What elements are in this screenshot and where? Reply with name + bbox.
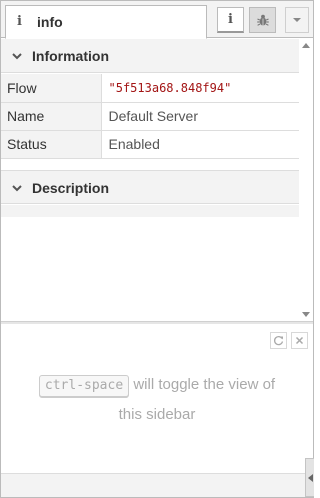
scroll-down-arrow-icon[interactable] (302, 312, 310, 317)
tab-info-label: info (37, 14, 63, 30)
table-row: Status Enabled (1, 130, 299, 159)
sidebar-panel: i info i Information Flow "5f513a68.848f… (0, 0, 314, 498)
property-value: "5f513a68.848f94" (101, 74, 299, 103)
close-button[interactable] (291, 332, 308, 349)
property-key: Name (1, 102, 102, 131)
info-icon: i (17, 14, 22, 29)
help-panel: ctrl-space will toggle the view of this … (1, 324, 313, 473)
section-title: Information (32, 48, 109, 64)
info-content[interactable]: Information Flow "5f513a68.848f94" Name … (1, 39, 299, 321)
scroll-up-arrow-icon[interactable] (302, 43, 310, 48)
close-icon (295, 336, 304, 345)
table-row: Flow "5f513a68.848f94" (1, 74, 299, 103)
help-message-line-2: this sidebar (118, 406, 196, 423)
description-section-header[interactable]: Description (1, 170, 299, 204)
bug-icon (256, 14, 269, 26)
property-value: Default Server (101, 102, 299, 131)
help-message-line-1: will toggle the view of (133, 376, 276, 393)
information-section-header[interactable]: Information (1, 39, 299, 73)
sidebar-collapse-handle[interactable] (305, 458, 314, 497)
info-icon: i (228, 12, 233, 27)
property-key: Flow (1, 74, 102, 103)
refresh-icon (274, 336, 284, 346)
keyboard-shortcut: ctrl-space (38, 375, 130, 397)
property-key: Status (1, 130, 102, 159)
chevron-down-icon (12, 185, 22, 192)
table-row: Name Default Server (1, 102, 299, 131)
section-title: Description (32, 180, 110, 196)
info-table: Flow "5f513a68.848f94" Name Default Serv… (1, 74, 299, 159)
tab-info[interactable]: i info (5, 5, 207, 39)
description-body (1, 205, 299, 217)
sidebar-footer (1, 473, 313, 497)
property-value: Enabled (101, 130, 299, 159)
chevron-left-icon (307, 473, 313, 482)
vertical-scrollbar[interactable] (299, 39, 313, 321)
help-message: ctrl-space will toggle the view of this … (11, 370, 303, 430)
section-spacer (1, 159, 299, 170)
refresh-button[interactable] (270, 332, 287, 349)
sidebar-tab-bar: i info i (1, 1, 313, 39)
chevron-down-icon (12, 53, 22, 60)
debug-tab-button[interactable] (249, 7, 276, 33)
chevron-down-icon (293, 18, 301, 22)
sidebar-menu-button[interactable] (285, 7, 309, 33)
info-tab-button[interactable]: i (217, 7, 244, 33)
